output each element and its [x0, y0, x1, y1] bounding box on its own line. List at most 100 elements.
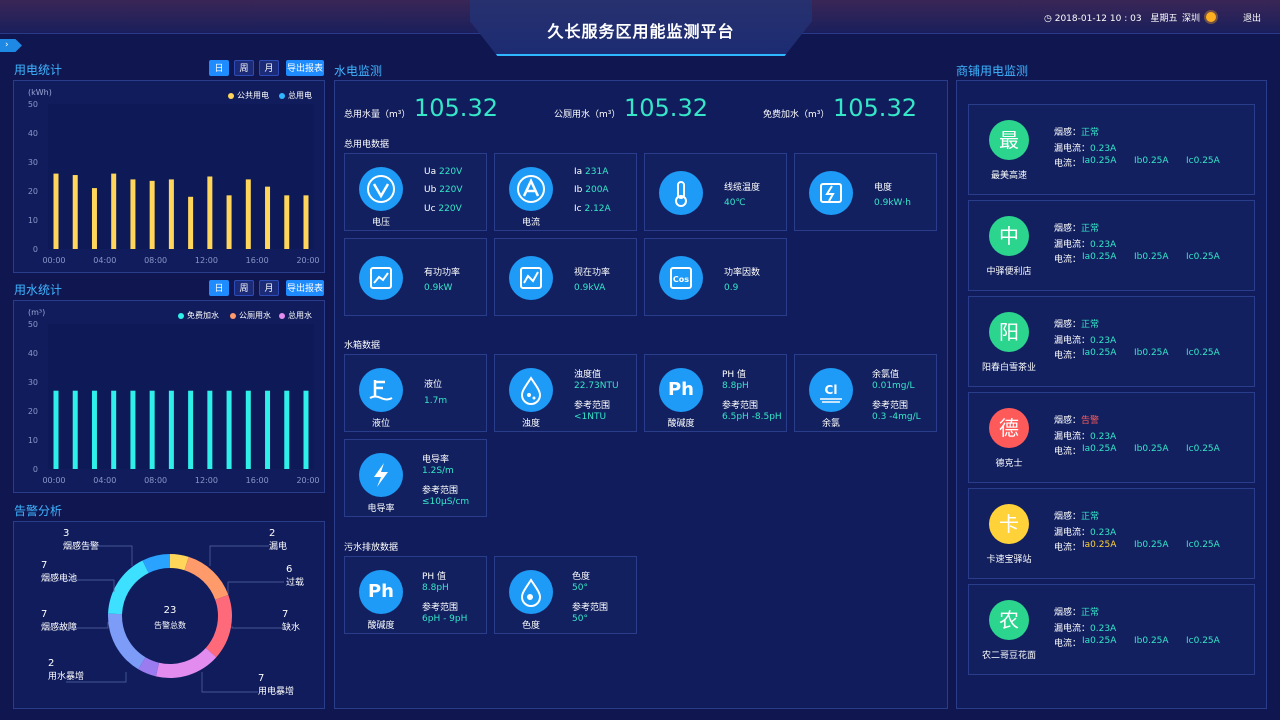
conductivity-range: ≤10μS/cm	[422, 497, 470, 507]
kpi-toilet-water-value: 105.32	[624, 94, 708, 122]
smoke-status: 烟感：正常	[1054, 128, 1100, 138]
x-tick-label: 04:00	[93, 476, 116, 485]
bar	[207, 390, 213, 469]
kpi-free-water-value: 105.32	[833, 94, 917, 122]
alarm-label-smoke-battery: 7 烟感电池	[41, 560, 78, 584]
current-ic: Ic0.25A	[1186, 156, 1220, 166]
leak-current: 漏电流：0.23A	[1054, 624, 1117, 634]
datetime: ◷ 2018-01-12 10 : 03 星期五	[1044, 11, 1177, 24]
bar	[168, 179, 174, 249]
donut-slice[interactable]	[184, 556, 229, 600]
cable-temp-card: 线缆温度 40℃	[644, 153, 787, 231]
clock-icon: ◷	[1044, 14, 1052, 24]
shop-card[interactable]: 德德克士 烟感：告警 漏电流：0.23A 电流： Ia0.25A Ib0.25A Ic0.2…	[968, 392, 1255, 483]
ub-value: Ub 220V	[424, 185, 463, 195]
sewage-ph-caption: 酸碱度	[367, 621, 395, 631]
shop-card[interactable]: 卡卡速宝驿站 烟感：正常 漏电流：0.23A 电流： Ia0.25A Ib0.25A Ic0…	[968, 488, 1255, 579]
apparent-power-value: 0.9kVA	[574, 283, 606, 293]
donut-slice[interactable]	[155, 647, 217, 678]
alarm-label-smoke-fault: 7 烟感故障	[41, 609, 78, 633]
water-chart-unit: (m³)	[28, 308, 46, 317]
shop-name: 中驿便利店	[986, 267, 1032, 277]
shop-card[interactable]: 阳阳春白雪茶业 烟感：正常 漏电流：0.23A 电流： Ia0.25A Ib0.25A Ic…	[968, 296, 1255, 387]
bar	[188, 390, 194, 469]
current-ib: Ib0.25A	[1134, 540, 1169, 550]
water-range-month-button[interactable]: 月	[259, 280, 279, 296]
current-ib: Ib0.25A	[1134, 636, 1169, 646]
chroma-label: 色度	[572, 572, 591, 582]
shop-avatar: 最	[989, 120, 1029, 160]
sun-icon	[1206, 12, 1216, 25]
shop-card[interactable]: 中中驿便利店 烟感：正常 漏电流：0.23A 电流： Ia0.25A Ib0.25A Ic0…	[968, 200, 1255, 291]
x-tick-label: 00:00	[42, 476, 65, 485]
y-tick-label: 10	[28, 436, 38, 445]
x-tick-label: 04:00	[93, 256, 116, 265]
leak-current: 漏电流：0.23A	[1054, 240, 1117, 250]
sewage-section-title: 污水排放数据	[344, 543, 399, 553]
energy-card: 电度 0.9kW·h	[794, 153, 937, 231]
expand-arrow-icon[interactable]: ›	[0, 39, 22, 52]
sewage-ph-card: Ph 酸碱度 PH 值 8.8pH 参考范围 6pH - 9pH	[344, 556, 487, 634]
shop-name: 卡速宝驿站	[986, 555, 1032, 565]
shop-name: 农二哥豆花面	[981, 651, 1036, 661]
water-elec-monitor-title: 水电监测	[334, 64, 383, 78]
sewage-ph-range: 6pH - 9pH	[422, 614, 468, 624]
alarm-label-leak: 2 漏电	[269, 528, 288, 552]
bar	[207, 176, 213, 249]
export-report-button[interactable]: 导出报表	[286, 60, 324, 76]
water-level-value: 1.7m	[424, 396, 448, 406]
shop-avatar: 卡	[989, 504, 1029, 544]
range-day-button[interactable]: 日	[209, 60, 229, 76]
current-ib: Ib0.25A	[1134, 156, 1169, 166]
bar	[284, 195, 290, 249]
active-power-icon	[359, 256, 403, 300]
ph-ref-label: 参考范围	[722, 401, 759, 411]
alarm-analysis-title: 告警分析	[14, 504, 63, 518]
leak-current: 漏电流：0.23A	[1054, 144, 1117, 154]
donut-slice[interactable]	[205, 595, 232, 658]
current-label: 电流：	[1054, 255, 1082, 265]
turbidity-drop-icon	[509, 368, 553, 412]
current-ia: Ia0.25A	[1082, 348, 1117, 358]
water-level-card: 液位 液位 1.7m	[344, 354, 487, 432]
page-title: 久长服务区用能监测平台	[547, 22, 735, 41]
y-tick-label: 0	[33, 465, 38, 474]
leak-current: 漏电流：0.23A	[1054, 336, 1117, 346]
elec-bar-chart: 50 40 30 20 10 0 00:00 04:00 08:00 12:00 16:00 20:0…	[28, 100, 320, 265]
donut-slice[interactable]	[108, 613, 146, 670]
chroma-card: 色度 色度 50° 参考范围 50°	[494, 556, 637, 634]
bar	[111, 390, 117, 469]
y-tick-label: 40	[28, 129, 38, 138]
range-month-button[interactable]: 月	[259, 60, 279, 76]
water-export-report-button[interactable]: 导出报表	[286, 280, 324, 296]
kpi-free-water-label: 免费加水（m³）	[763, 110, 830, 120]
voltage-caption: 电压	[371, 218, 390, 228]
bar	[91, 390, 97, 469]
water-legend-toilet: 公厕用水	[230, 310, 271, 321]
elec-legend-total: 总用电	[279, 90, 312, 101]
bar	[168, 390, 174, 469]
chlorine-value: 0.01mg/L	[872, 381, 915, 391]
svg-text:Cl: Cl	[825, 383, 838, 397]
bar	[303, 390, 309, 469]
smoke-status: 烟感：正常	[1054, 512, 1100, 522]
water-range-day-button[interactable]: 日	[209, 280, 229, 296]
shop-avatar: 农	[989, 600, 1029, 640]
logout-link[interactable]: 退出	[1243, 11, 1261, 24]
conductivity-caption: 电导率	[367, 504, 395, 514]
cable-temp-label: 线缆温度	[724, 183, 761, 193]
leader-line	[227, 581, 284, 594]
turbidity-card: 浊度 浊度值 22.73NTU 参考范围 <1NTU	[494, 354, 637, 432]
x-tick-label: 20:00	[296, 476, 319, 485]
bar	[265, 390, 271, 469]
x-tick-label: 12:00	[195, 256, 218, 265]
bar	[245, 390, 251, 469]
smoke-status: 烟感：正常	[1054, 320, 1100, 330]
current-label: 电流：	[1054, 351, 1082, 361]
chroma-value: 50°	[572, 583, 588, 593]
shop-card[interactable]: 最最美高速 烟感：正常 漏电流：0.23A 电流： Ia0.25A Ib0.25A Ic0.…	[968, 104, 1255, 195]
range-week-button[interactable]: 周	[234, 60, 254, 76]
water-range-week-button[interactable]: 周	[234, 280, 254, 296]
ib-value: Ib 200A	[574, 185, 609, 195]
shop-card[interactable]: 农农二哥豆花面 烟感：正常 漏电流：0.23A 电流： Ia0.25A Ib0.25A Ic…	[968, 584, 1255, 675]
